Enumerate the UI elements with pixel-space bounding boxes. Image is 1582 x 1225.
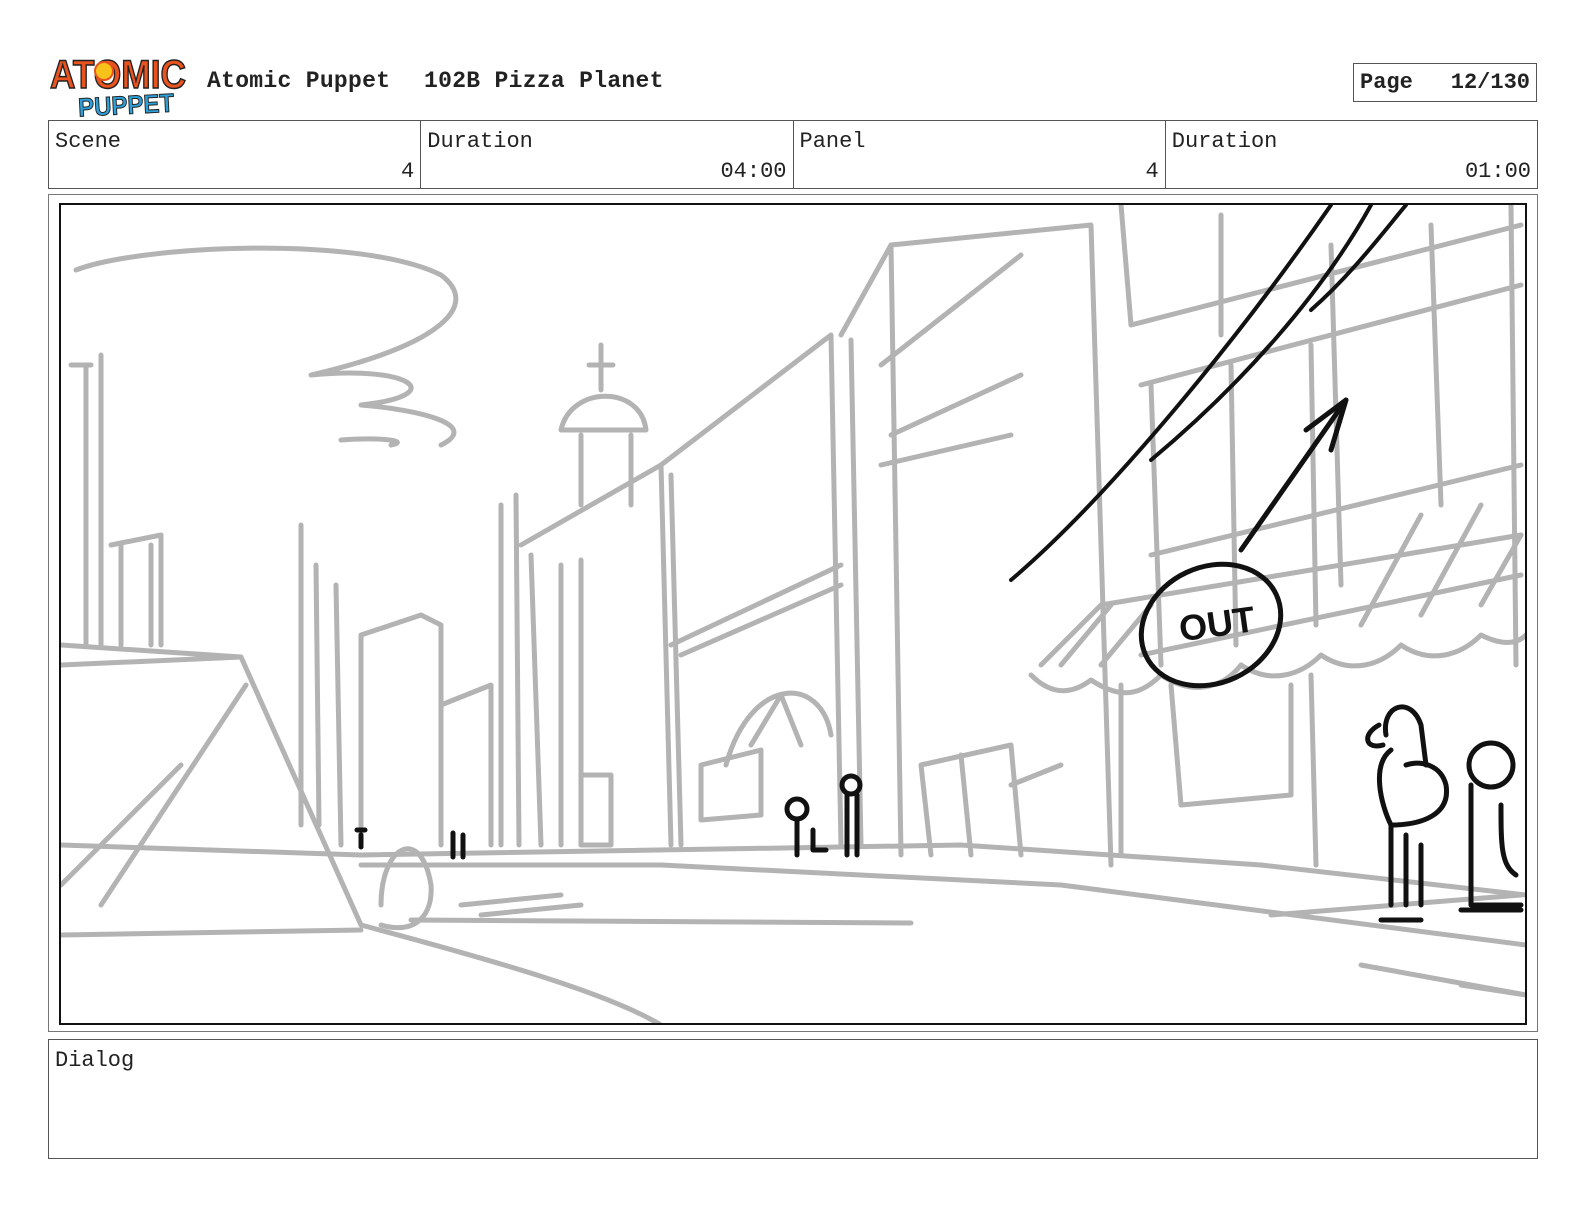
dialog-label: Dialog [55,1048,135,1073]
logo-text-bottom: PUPPET [77,88,175,118]
studio-title: Atomic Puppet [207,68,391,94]
scene-value: 4 [401,159,415,184]
panel-value: 4 [1145,159,1159,184]
page-indicator: Page 12/130 [1353,63,1537,102]
logo-atom-icon [94,61,114,81]
storyboard-panel-drawing: OUT [59,203,1527,1025]
page-value: 12/130 [1450,70,1530,95]
scene-duration-value: 04:00 [720,159,787,184]
shot-info-row: Scene 4 Duration 04:00 Panel 4 Duration … [48,120,1538,189]
scene-cell: Scene 4 [49,121,422,188]
dialog-box: Dialog [48,1039,1538,1159]
storyboard-panel-frame: OUT [48,194,1538,1032]
page-label: Page [1360,70,1413,95]
scene-duration-label: Duration [427,129,533,154]
panel-duration-cell: Duration 01:00 [1166,121,1537,188]
street-sketch: OUT [61,205,1525,1023]
episode-title: 102B Pizza Planet [424,68,664,94]
scene-duration-cell: Duration 04:00 [421,121,794,188]
panel-duration-value: 01:00 [1464,159,1531,184]
panel-cell: Panel 4 [794,121,1166,188]
out-sign-text: OUT [1176,598,1257,649]
background-sketch [61,205,1525,1023]
panel-duration-label: Duration [1171,129,1278,154]
scene-label: Scene [55,129,122,154]
atomic-puppet-logo: ATOMIC PUPPET [49,52,187,118]
panel-label: Panel [799,129,866,154]
